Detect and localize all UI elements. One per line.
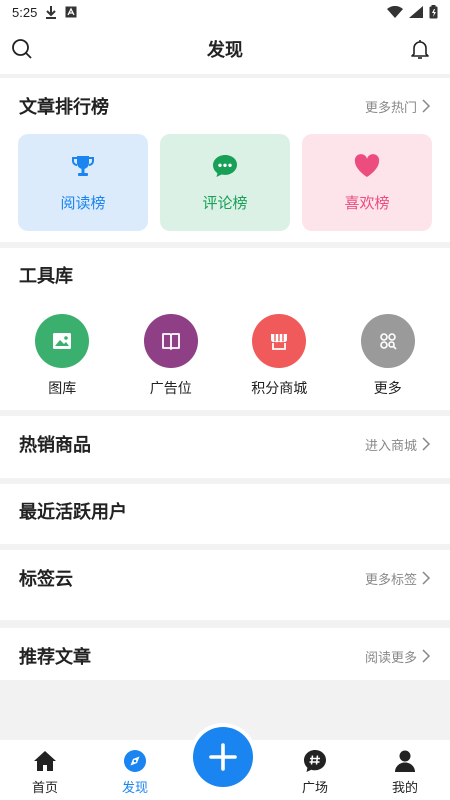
add-post-button[interactable] (193, 727, 253, 787)
comment-icon (213, 155, 237, 177)
rank-card-like[interactable]: 喜欢榜 (302, 134, 432, 231)
page-title: 发现 (207, 40, 243, 60)
image-icon (53, 333, 72, 349)
tool-label: 图库 (48, 380, 77, 396)
enter-mall-label: 进入商城 (364, 437, 417, 453)
recommended-title: 推荐文章 (19, 647, 91, 667)
book-icon (161, 333, 180, 350)
tool-more-circle (360, 314, 415, 368)
compass-icon (124, 749, 146, 772)
rank-title: 文章排行榜 (19, 97, 109, 117)
wifi-icon (387, 6, 403, 18)
tool-gallery[interactable]: 图库 (8, 314, 117, 398)
user-icon (395, 750, 415, 772)
recommended-section: 推荐文章 阅读更多 (0, 628, 450, 680)
tool-ad-slot[interactable]: 广告位 (117, 314, 226, 398)
signal-icon (409, 6, 423, 18)
store-icon (271, 334, 288, 350)
nav-label: 我的 (391, 779, 418, 795)
rank-card-comment[interactable]: 评论榜 (160, 134, 290, 231)
status-time: 5:25 (12, 4, 38, 20)
tool-gallery-circle (35, 314, 90, 368)
plus-icon (209, 743, 237, 771)
rank-more-link[interactable]: 更多热门 (365, 97, 431, 116)
chevron-right-icon (422, 649, 431, 663)
active-users-section: 最近活跃用户 (0, 484, 450, 544)
active-users-title: 最近活跃用户 (19, 502, 127, 522)
rank-card-read[interactable]: 阅读榜 (18, 134, 148, 231)
nav-square[interactable]: 广场 (270, 740, 360, 800)
bell-icon[interactable] (408, 37, 432, 61)
hot-products-section: 热销商品 进入商城 (0, 416, 450, 478)
search-icon[interactable] (10, 37, 34, 61)
chevron-right-icon (422, 437, 431, 451)
download-icon (46, 6, 57, 19)
read-more-label: 阅读更多 (364, 649, 417, 665)
more-tags-label: 更多标签 (364, 571, 417, 587)
top-bar: 发现 (0, 24, 450, 74)
tool-ad-circle (143, 314, 198, 368)
rank-card-label: 喜欢榜 (344, 195, 390, 212)
status-bar: 5:25 (0, 0, 450, 24)
home-icon (34, 750, 56, 771)
tag-cloud-title: 标签云 (19, 569, 73, 589)
nav-label: 广场 (301, 779, 328, 795)
chevron-right-icon (422, 99, 431, 113)
rank-card-label: 评论榜 (202, 195, 248, 212)
trophy-icon (72, 156, 94, 176)
read-more-link[interactable]: 阅读更多 (365, 647, 431, 666)
tool-label: 广告位 (149, 380, 192, 396)
hashtag-icon (304, 749, 326, 772)
tool-mall-circle (252, 314, 307, 368)
tools-section: 工具库 图库 广告位 积分商城 更多 (0, 248, 450, 410)
more-tags-link[interactable]: 更多标签 (365, 569, 431, 588)
nav-label: 发现 (121, 779, 148, 795)
tool-label: 积分商城 (251, 380, 308, 396)
nav-discover[interactable]: 发现 (90, 740, 180, 800)
enter-mall-link[interactable]: 进入商城 (365, 435, 431, 454)
chevron-right-icon (422, 571, 431, 585)
heart-icon (354, 154, 380, 177)
tag-cloud-section: 标签云 更多标签 (0, 550, 450, 620)
rank-more-label: 更多热门 (364, 99, 417, 115)
app-notification-icon (65, 6, 77, 18)
nav-mine[interactable]: 我的 (360, 740, 450, 800)
nav-home[interactable]: 首页 (0, 740, 90, 800)
tool-more[interactable]: 更多 (334, 314, 443, 398)
battery-icon (429, 5, 438, 19)
hot-products-title: 热销商品 (19, 435, 91, 455)
nav-label: 首页 (31, 779, 58, 795)
tool-label: 更多 (373, 380, 402, 396)
tools-title: 工具库 (19, 266, 73, 286)
rank-card-label: 阅读榜 (60, 195, 106, 212)
tool-points-mall[interactable]: 积分商城 (225, 314, 334, 398)
rank-section: 文章排行榜 更多热门 阅读榜 评论榜 喜欢榜 (0, 78, 450, 242)
grid-icon (379, 333, 397, 350)
